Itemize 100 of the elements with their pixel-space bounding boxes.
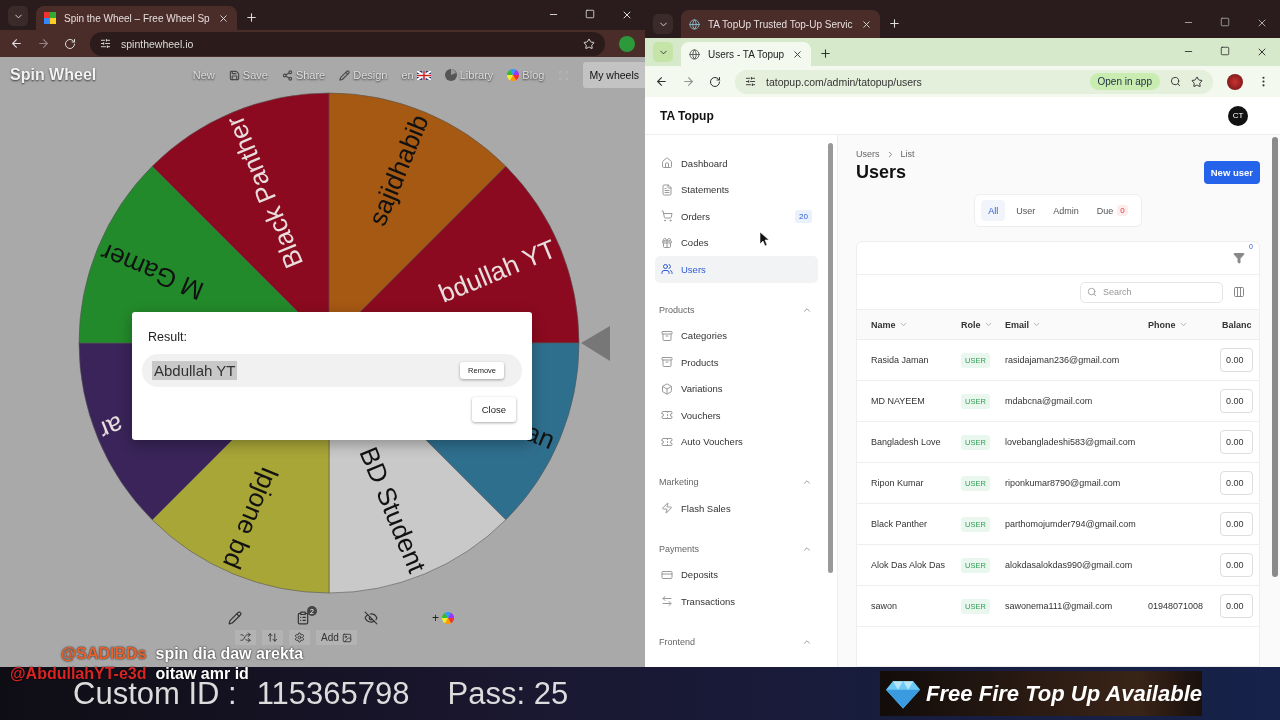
- new-tab-icon[interactable]: [887, 17, 901, 30]
- filter-icon[interactable]: [1233, 252, 1245, 264]
- clipboard-icon: [296, 611, 310, 625]
- sidebar-item[interactable]: Products: [655, 349, 818, 376]
- forward-icon[interactable]: [37, 37, 50, 50]
- globe-icon: [689, 18, 700, 30]
- document-icon: [661, 183, 673, 196]
- close-icon[interactable]: [792, 48, 804, 60]
- slice-label: ar: [95, 409, 128, 447]
- filter-tab[interactable]: Due 0: [1089, 200, 1135, 221]
- balance-field[interactable]: 0.00: [1220, 430, 1253, 454]
- bookmark-icon[interactable]: [1191, 75, 1203, 88]
- forward-icon[interactable]: [682, 75, 695, 88]
- address-bar[interactable]: spinthewheel.io: [90, 31, 605, 56]
- column-header[interactable]: Balanc: [1216, 310, 1259, 340]
- new-user-button[interactable]: New user: [1203, 161, 1260, 184]
- sidebar-item[interactable]: Orders 20: [655, 203, 818, 230]
- balance-field[interactable]: 0.00: [1220, 553, 1253, 577]
- table-cell: Ripon Kumar: [857, 463, 957, 504]
- balance-field[interactable]: 0.00: [1220, 348, 1253, 372]
- sidebar-item[interactable]: Transactions: [655, 588, 818, 615]
- back-icon[interactable]: [655, 75, 668, 88]
- back-icon[interactable]: [10, 37, 23, 50]
- zoom-icon[interactable]: [1170, 76, 1181, 87]
- close-button[interactable]: Close: [471, 397, 516, 422]
- page-title: Users: [856, 162, 907, 183]
- column-header[interactable]: Role: [957, 310, 1001, 340]
- sidebar-item[interactable]: Dashboard: [655, 150, 818, 177]
- sidebar-item[interactable]: Statements: [655, 176, 818, 203]
- close-icon[interactable]: [217, 12, 229, 24]
- add-color-button[interactable]: +: [427, 609, 459, 627]
- balance-field[interactable]: 0.00: [1220, 471, 1253, 495]
- sidebar-item[interactable]: Codes: [655, 229, 818, 256]
- url-text: tatopup.com/admin/tatopup/users: [766, 75, 922, 88]
- filter-tab[interactable]: Admin: [1046, 200, 1086, 221]
- maximize-icon[interactable]: [1220, 17, 1230, 27]
- sort-icon: [1178, 320, 1188, 329]
- close-icon[interactable]: [860, 18, 872, 30]
- lightning-icon: [661, 502, 673, 515]
- library-icon: [444, 69, 457, 81]
- open-in-app-button[interactable]: Open in app: [1089, 73, 1160, 90]
- site-info-icon[interactable]: [745, 76, 756, 87]
- table-cell: alokdasalokdas990@gmail.com: [1001, 545, 1144, 586]
- app-brand[interactable]: TA Topup: [660, 108, 714, 123]
- my-wheels-button[interactable]: My wheels: [583, 62, 645, 88]
- sidebar-item[interactable]: Vouchers: [655, 402, 818, 429]
- table-cell: sawonema111@gmail.com: [1001, 586, 1144, 627]
- column-header[interactable]: Phone: [1144, 310, 1216, 340]
- browser-tab[interactable]: Users - TA Topup: [681, 42, 812, 66]
- section-header[interactable]: Products: [655, 296, 818, 323]
- section-header[interactable]: Payments: [655, 535, 818, 562]
- dialog-heading: Result:: [147, 330, 188, 344]
- close-icon[interactable]: [1256, 17, 1268, 29]
- maximize-icon[interactable]: [1220, 46, 1230, 56]
- share-icon: [281, 69, 293, 81]
- new-tab-icon[interactable]: [819, 47, 833, 60]
- custom-id: 115365798: [256, 675, 410, 712]
- settings-button[interactable]: [289, 630, 311, 645]
- browser-tab[interactable]: TA TopUp Trusted Top-Up Servic: [681, 10, 880, 38]
- section-header[interactable]: Marketing: [655, 469, 818, 495]
- column-header[interactable]: Name: [857, 310, 957, 340]
- site-info-icon[interactable]: [100, 38, 111, 49]
- sidebar-item[interactable]: Users: [655, 256, 818, 283]
- extension-icon[interactable]: [619, 35, 635, 52]
- sort-button[interactable]: [262, 630, 284, 645]
- user-avatar[interactable]: CT: [1228, 105, 1248, 126]
- sidebar-item[interactable]: Flash Sales: [655, 495, 818, 522]
- sidebar-item[interactable]: Variations: [655, 375, 818, 402]
- search-icon: [1087, 286, 1097, 297]
- close-icon[interactable]: [621, 9, 633, 21]
- search-field[interactable]: Search: [1080, 281, 1223, 303]
- sidebar-item[interactable]: Categories: [655, 322, 818, 349]
- users-icon: [661, 263, 673, 276]
- reload-icon[interactable]: [709, 75, 721, 88]
- sidebar-item[interactable]: Deposits: [655, 561, 818, 588]
- close-icon[interactable]: [1256, 46, 1268, 58]
- balance-field[interactable]: 0.00: [1220, 512, 1253, 536]
- profile-icon[interactable]: [1227, 73, 1243, 90]
- shuffle-button[interactable]: [235, 630, 257, 645]
- breadcrumb-link[interactable]: Users: [856, 149, 880, 159]
- balance-field[interactable]: 0.00: [1220, 594, 1253, 618]
- new-tab-icon[interactable]: [244, 11, 258, 24]
- column-header[interactable]: Email: [1001, 310, 1144, 340]
- sort-icon: [983, 320, 993, 329]
- columns-icon[interactable]: [1233, 286, 1245, 298]
- table-cell: parthomojumder794@gmail.com: [1001, 504, 1144, 545]
- count-badge: 20: [795, 209, 812, 223]
- table-cell: Bangladesh Love: [857, 422, 957, 463]
- sidebar-item[interactable]: Auto Vouchers: [655, 428, 818, 455]
- address-bar[interactable]: tatopup.com/admin/tatopup/users Open in app: [735, 69, 1213, 94]
- pencil-icon: [228, 611, 242, 625]
- browser-tab[interactable]: Spin the Wheel – Free Wheel Sp: [36, 6, 237, 30]
- filter-tab[interactable]: All: [981, 200, 1006, 221]
- tab-list-button[interactable]: [653, 14, 673, 34]
- add-image-button[interactable]: Add: [316, 630, 357, 645]
- tab-list-button[interactable]: [8, 6, 28, 26]
- balance-field[interactable]: 0.00: [1220, 389, 1253, 413]
- filter-tab[interactable]: User: [1009, 200, 1043, 221]
- section-header[interactable]: Frontend: [655, 628, 818, 655]
- slice-label: Ipjone bd: [216, 462, 286, 574]
